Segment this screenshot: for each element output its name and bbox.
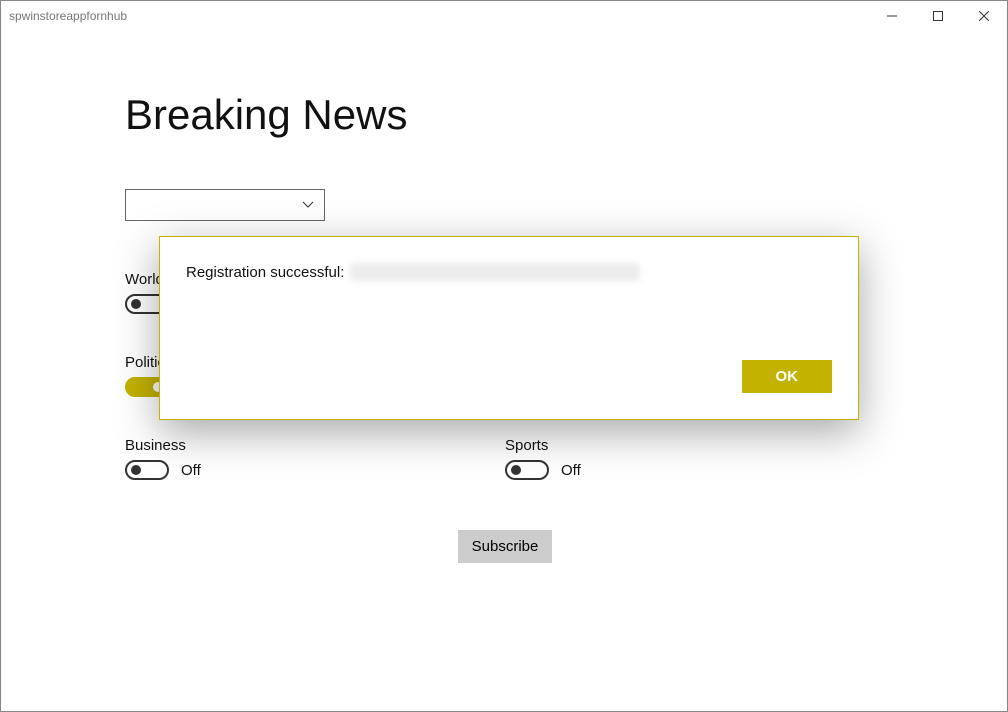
toggle-knob	[131, 299, 141, 309]
app-window: spwinstoreappfornhub Breaking News World	[0, 0, 1008, 712]
subscribe-button[interactable]: Subscribe	[458, 530, 553, 563]
dialog-message-row: Registration successful:	[186, 263, 832, 281]
toggle-label: Business	[125, 437, 505, 454]
dialog-message: Registration successful:	[186, 264, 344, 281]
redacted-text	[350, 263, 640, 281]
dialog-actions: OK	[742, 360, 833, 393]
maximize-icon	[933, 11, 943, 21]
window-title: spwinstoreappfornhub	[9, 9, 127, 23]
toggle-switch-business[interactable]	[125, 460, 169, 480]
toggle-item-sports: Sports Off	[505, 437, 885, 480]
toggle-label: Sports	[505, 437, 885, 454]
category-dropdown[interactable]	[125, 189, 325, 221]
toggle-state: Off	[181, 462, 201, 479]
toggle-switch-sports[interactable]	[505, 460, 549, 480]
window-controls	[869, 1, 1007, 31]
subscribe-area: Subscribe	[125, 530, 885, 563]
minimize-icon	[887, 11, 897, 21]
close-button[interactable]	[961, 1, 1007, 31]
ok-button[interactable]: OK	[742, 360, 833, 393]
chevron-down-icon	[302, 201, 314, 209]
toggle-item-business: Business Off	[125, 437, 505, 480]
close-icon	[979, 11, 989, 21]
registration-dialog: Registration successful: OK	[159, 236, 859, 420]
page-title: Breaking News	[125, 91, 883, 139]
toggle-knob	[131, 465, 141, 475]
maximize-button[interactable]	[915, 1, 961, 31]
minimize-button[interactable]	[869, 1, 915, 31]
titlebar: spwinstoreappfornhub	[1, 1, 1007, 31]
toggle-knob	[511, 465, 521, 475]
toggle-state: Off	[561, 462, 581, 479]
